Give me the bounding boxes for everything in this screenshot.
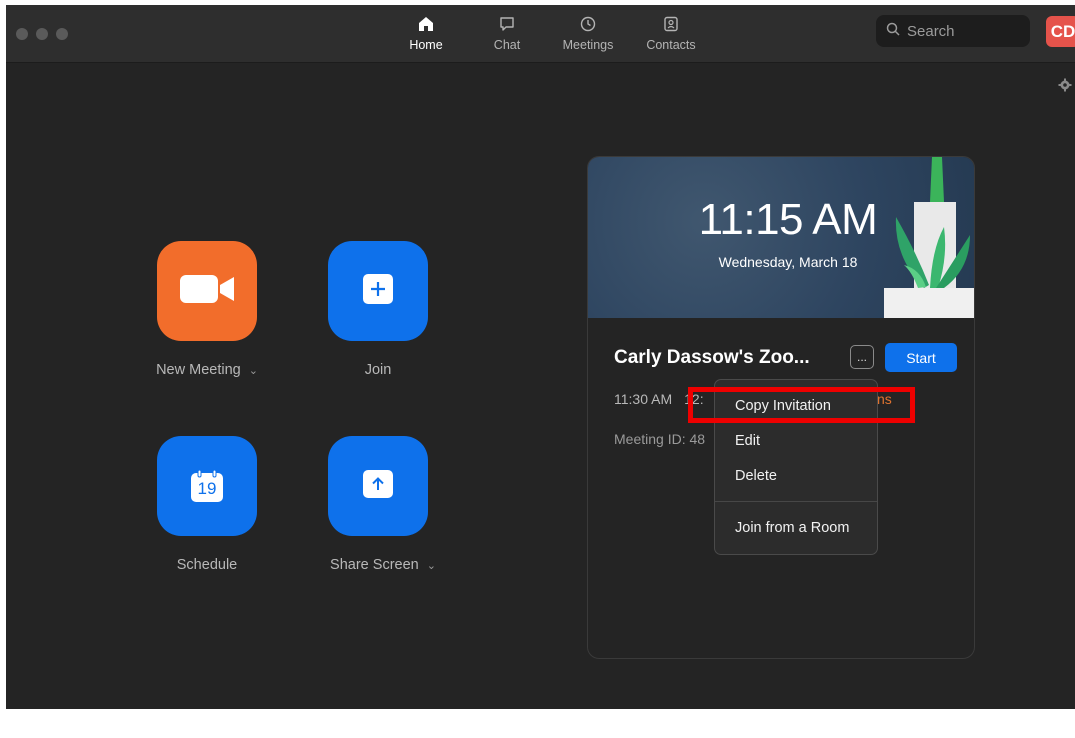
tab-home[interactable]: Home xyxy=(391,9,461,61)
menu-divider xyxy=(715,501,877,502)
meeting-title[interactable]: Carly Dassow's Zoo... xyxy=(614,347,810,369)
chat-icon xyxy=(499,13,515,35)
tab-contacts[interactable]: Contacts xyxy=(636,9,706,61)
search-icon xyxy=(876,22,907,40)
more-options-button[interactable]: ... xyxy=(850,345,874,369)
start-time: 11:30 AM xyxy=(614,391,673,407)
window-minimize-button[interactable] xyxy=(36,28,48,40)
new-meeting-label: New Meeting xyxy=(156,362,241,378)
upload-arrow-icon xyxy=(363,469,393,503)
plus-icon xyxy=(363,273,393,309)
highlight-box xyxy=(688,387,915,423)
tab-meetings-label: Meetings xyxy=(562,38,614,52)
new-meeting-label-row[interactable]: New Meeting ⌄ xyxy=(127,362,287,378)
tab-home-label: Home xyxy=(409,38,443,52)
window-close-button[interactable] xyxy=(16,28,28,40)
contacts-icon xyxy=(663,13,679,35)
menu-item-join-from-room[interactable]: Join from a Room xyxy=(735,520,849,536)
clock-icon xyxy=(580,13,596,35)
gear-icon[interactable] xyxy=(1058,78,1072,97)
chevron-down-icon[interactable]: ⌄ xyxy=(249,365,258,377)
share-screen-label: Share Screen xyxy=(330,557,419,573)
video-camera-icon xyxy=(180,273,234,310)
home-icon xyxy=(418,13,434,35)
calendar-icon: 19 xyxy=(190,469,224,503)
tab-meetings[interactable]: Meetings xyxy=(553,9,623,61)
schedule-label: Schedule xyxy=(176,557,238,573)
join-label: Join xyxy=(364,362,392,378)
calendar-day: 19 xyxy=(197,479,217,498)
share-screen-button[interactable] xyxy=(328,436,428,536)
schedule-button[interactable]: 19 xyxy=(157,436,257,536)
title-bar: Home Chat Meetings Contacts Search CD xyxy=(6,5,1075,63)
meeting-id: Meeting ID: 48 xyxy=(614,431,706,447)
avatar[interactable]: CD xyxy=(1046,16,1075,47)
zoom-window: Home Chat Meetings Contacts Search CD Ne… xyxy=(6,5,1075,709)
join-button[interactable] xyxy=(328,241,428,341)
menu-item-edit[interactable]: Edit xyxy=(735,433,760,449)
share-screen-label-row[interactable]: Share Screen ⌄ xyxy=(303,557,463,573)
current-time: 11:15 AM xyxy=(698,195,878,244)
search-box[interactable]: Search xyxy=(876,15,1030,47)
tab-chat-label: Chat xyxy=(493,38,521,52)
new-meeting-button[interactable] xyxy=(157,241,257,341)
search-placeholder: Search xyxy=(907,22,955,40)
tab-chat[interactable]: Chat xyxy=(472,9,542,61)
menu-item-delete[interactable]: Delete xyxy=(735,468,777,484)
current-date: Wednesday, March 18 xyxy=(718,254,858,270)
tab-contacts-label: Contacts xyxy=(646,38,696,52)
clock-banner: 11:15 AM Wednesday, March 18 xyxy=(588,157,974,318)
plant-illustration xyxy=(884,157,974,318)
chevron-down-icon[interactable]: ⌄ xyxy=(427,560,436,572)
window-zoom-button[interactable] xyxy=(56,28,68,40)
start-button[interactable]: Start xyxy=(885,343,957,372)
